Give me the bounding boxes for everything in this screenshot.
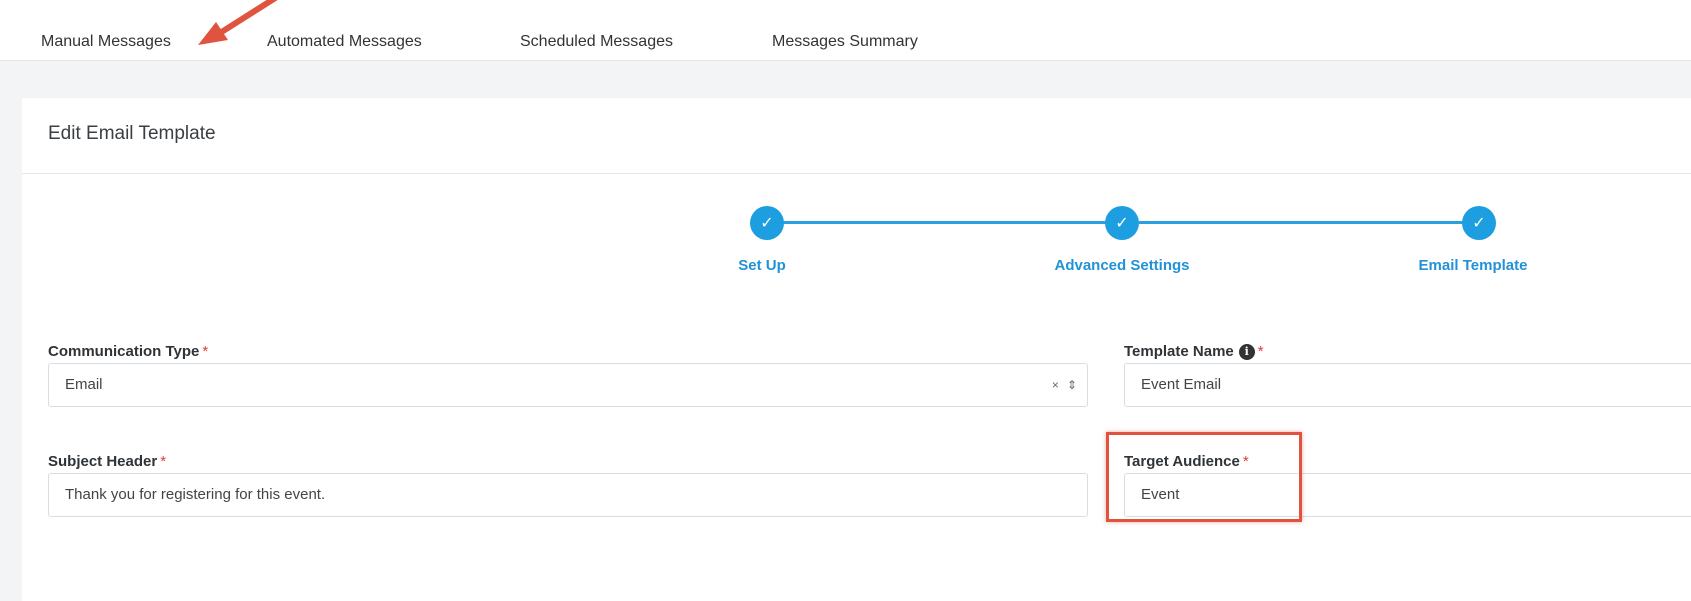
edit-template-card: Edit Email Template ✓ ✓ ✓ Set Up Advance… [22,98,1691,601]
target-audience-label: Target Audience * [1124,453,1249,470]
template-name-input[interactable]: Event Email [1124,363,1691,407]
tab-messages-summary[interactable]: Messages Summary [772,33,918,51]
communication-type-label: Communication Type * [48,343,208,360]
subject-header-label-text: Subject Header [48,453,158,470]
required-marker: * [160,453,167,470]
step-setup-check-icon[interactable]: ✓ [750,206,784,240]
subject-header-label: Subject Header * [48,453,166,470]
step-label-setup[interactable]: Set Up [738,257,786,274]
info-icon[interactable]: i [1238,344,1255,360]
required-marker: * [202,343,209,360]
communication-type-select[interactable]: Email × ⇕ [48,363,1088,407]
clear-icon[interactable]: × [1052,378,1059,392]
step-label-email-template[interactable]: Email Template [1419,257,1528,274]
arrow-annotation-icon [198,0,278,45]
step-label-advanced-settings[interactable]: Advanced Settings [1054,257,1189,274]
step-connector [767,221,1137,224]
step-advanced-check-icon[interactable]: ✓ [1105,206,1139,240]
template-name-label: Template Name i * [1124,343,1264,360]
target-audience-input[interactable]: Event [1124,473,1691,517]
tab-automated-messages[interactable]: Automated Messages [267,33,422,51]
required-marker: * [1242,453,1249,470]
sort-arrows-icon[interactable]: ⇕ [1067,378,1077,392]
step-connector [1139,221,1483,224]
select-controls: × ⇕ [1044,364,1077,406]
tab-manual-messages[interactable]: Manual Messages [41,33,171,51]
communication-type-label-text: Communication Type [48,343,200,360]
subject-header-input[interactable]: Thank you for registering for this event… [48,473,1088,517]
tab-scheduled-messages[interactable]: Scheduled Messages [520,33,673,51]
message-tabs: Manual Messages Automated Messages Sched… [0,0,1691,61]
step-template-check-icon[interactable]: ✓ [1462,206,1496,240]
communication-type-value: Email [65,376,103,393]
target-audience-label-text: Target Audience [1124,453,1240,470]
progress-stepper: ✓ ✓ ✓ Set Up Advanced Settings Email Tem… [22,98,1691,298]
template-name-label-text: Template Name [1124,343,1234,360]
required-marker: * [1257,343,1264,360]
